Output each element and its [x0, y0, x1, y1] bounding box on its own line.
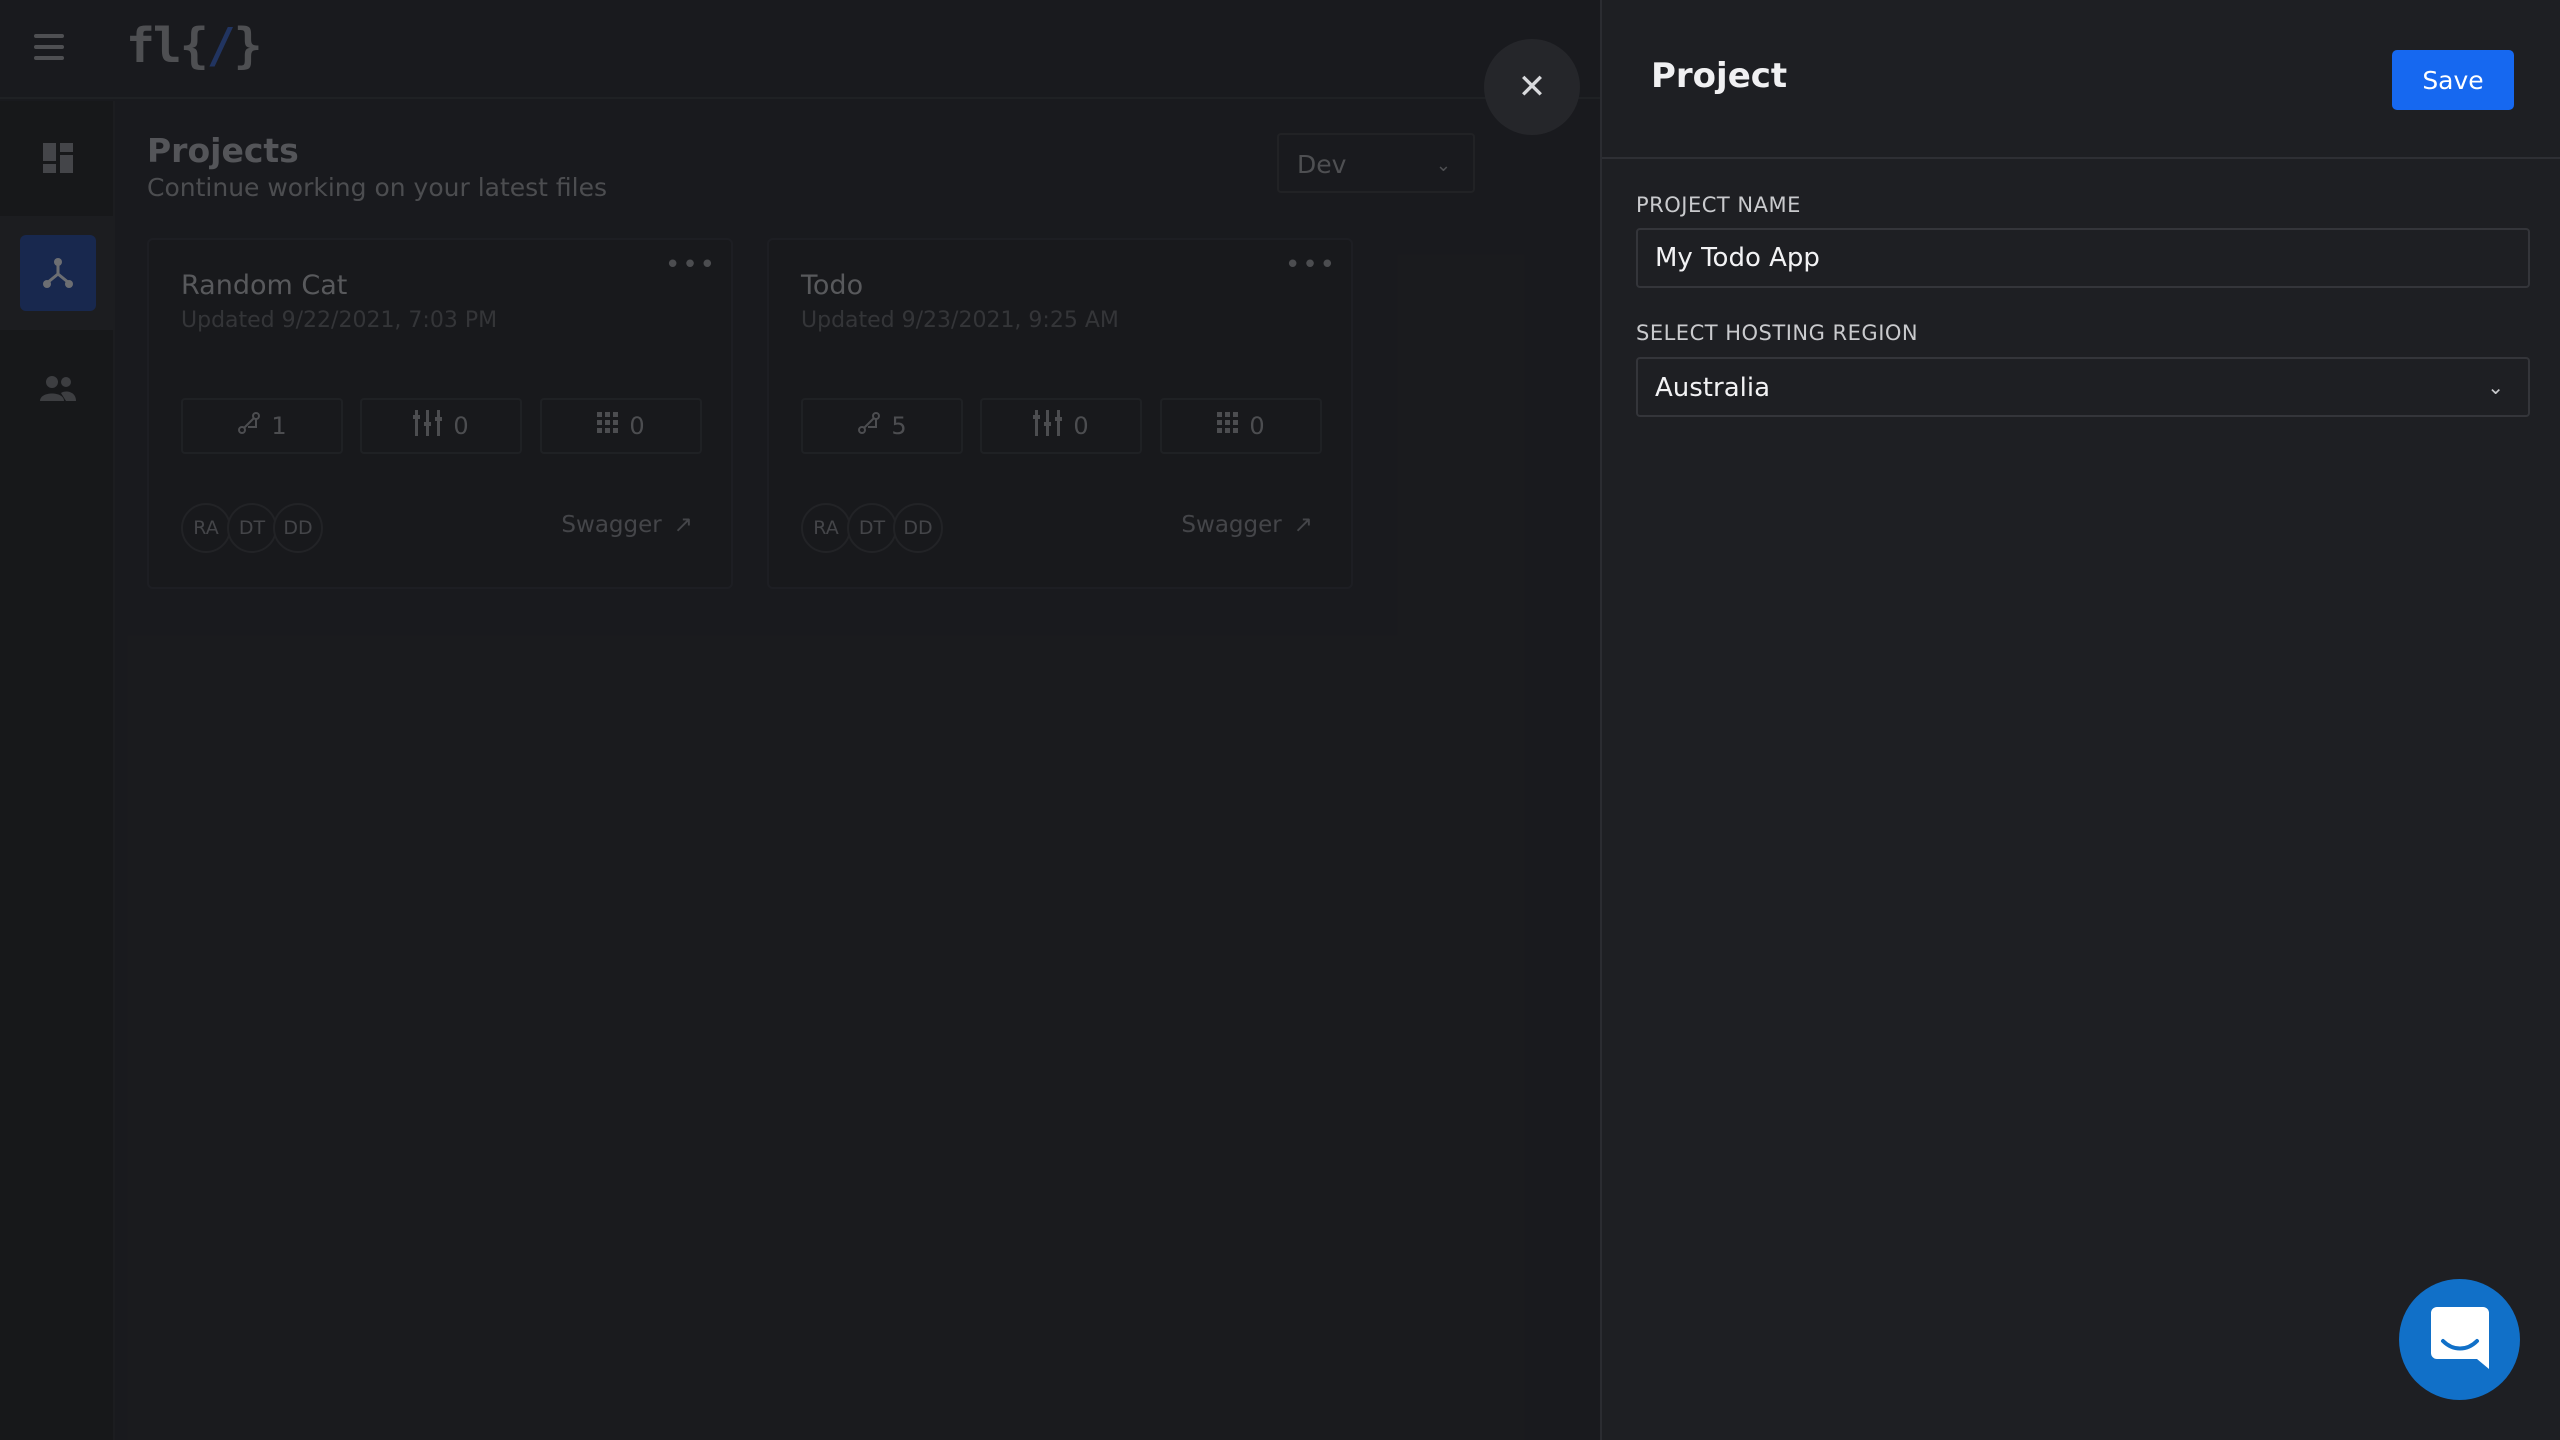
- modal-backdrop[interactable]: [0, 0, 1600, 1440]
- project-name-input[interactable]: [1638, 230, 2528, 286]
- chevron-down-icon: ⌄: [2487, 375, 2504, 399]
- project-name-label: PROJECT NAME: [1636, 193, 1801, 217]
- hosting-region-select[interactable]: Australia ⌄: [1636, 357, 2530, 417]
- save-button[interactable]: Save: [2392, 50, 2514, 110]
- project-panel: Project Save PROJECT NAME SELECT HOSTING…: [1600, 0, 2560, 1440]
- panel-header: Project Save: [1602, 0, 2560, 159]
- hosting-region-label: SELECT HOSTING REGION: [1636, 321, 1919, 345]
- chat-launcher-button[interactable]: [2399, 1279, 2520, 1400]
- panel-title: Project: [1651, 56, 1788, 96]
- close-panel-button[interactable]: ✕: [1484, 39, 1580, 135]
- hosting-region-value: Australia: [1655, 373, 1771, 403]
- close-icon: ✕: [1517, 67, 1547, 107]
- project-name-field[interactable]: [1636, 228, 2530, 288]
- chat-icon: [2430, 1306, 2489, 1373]
